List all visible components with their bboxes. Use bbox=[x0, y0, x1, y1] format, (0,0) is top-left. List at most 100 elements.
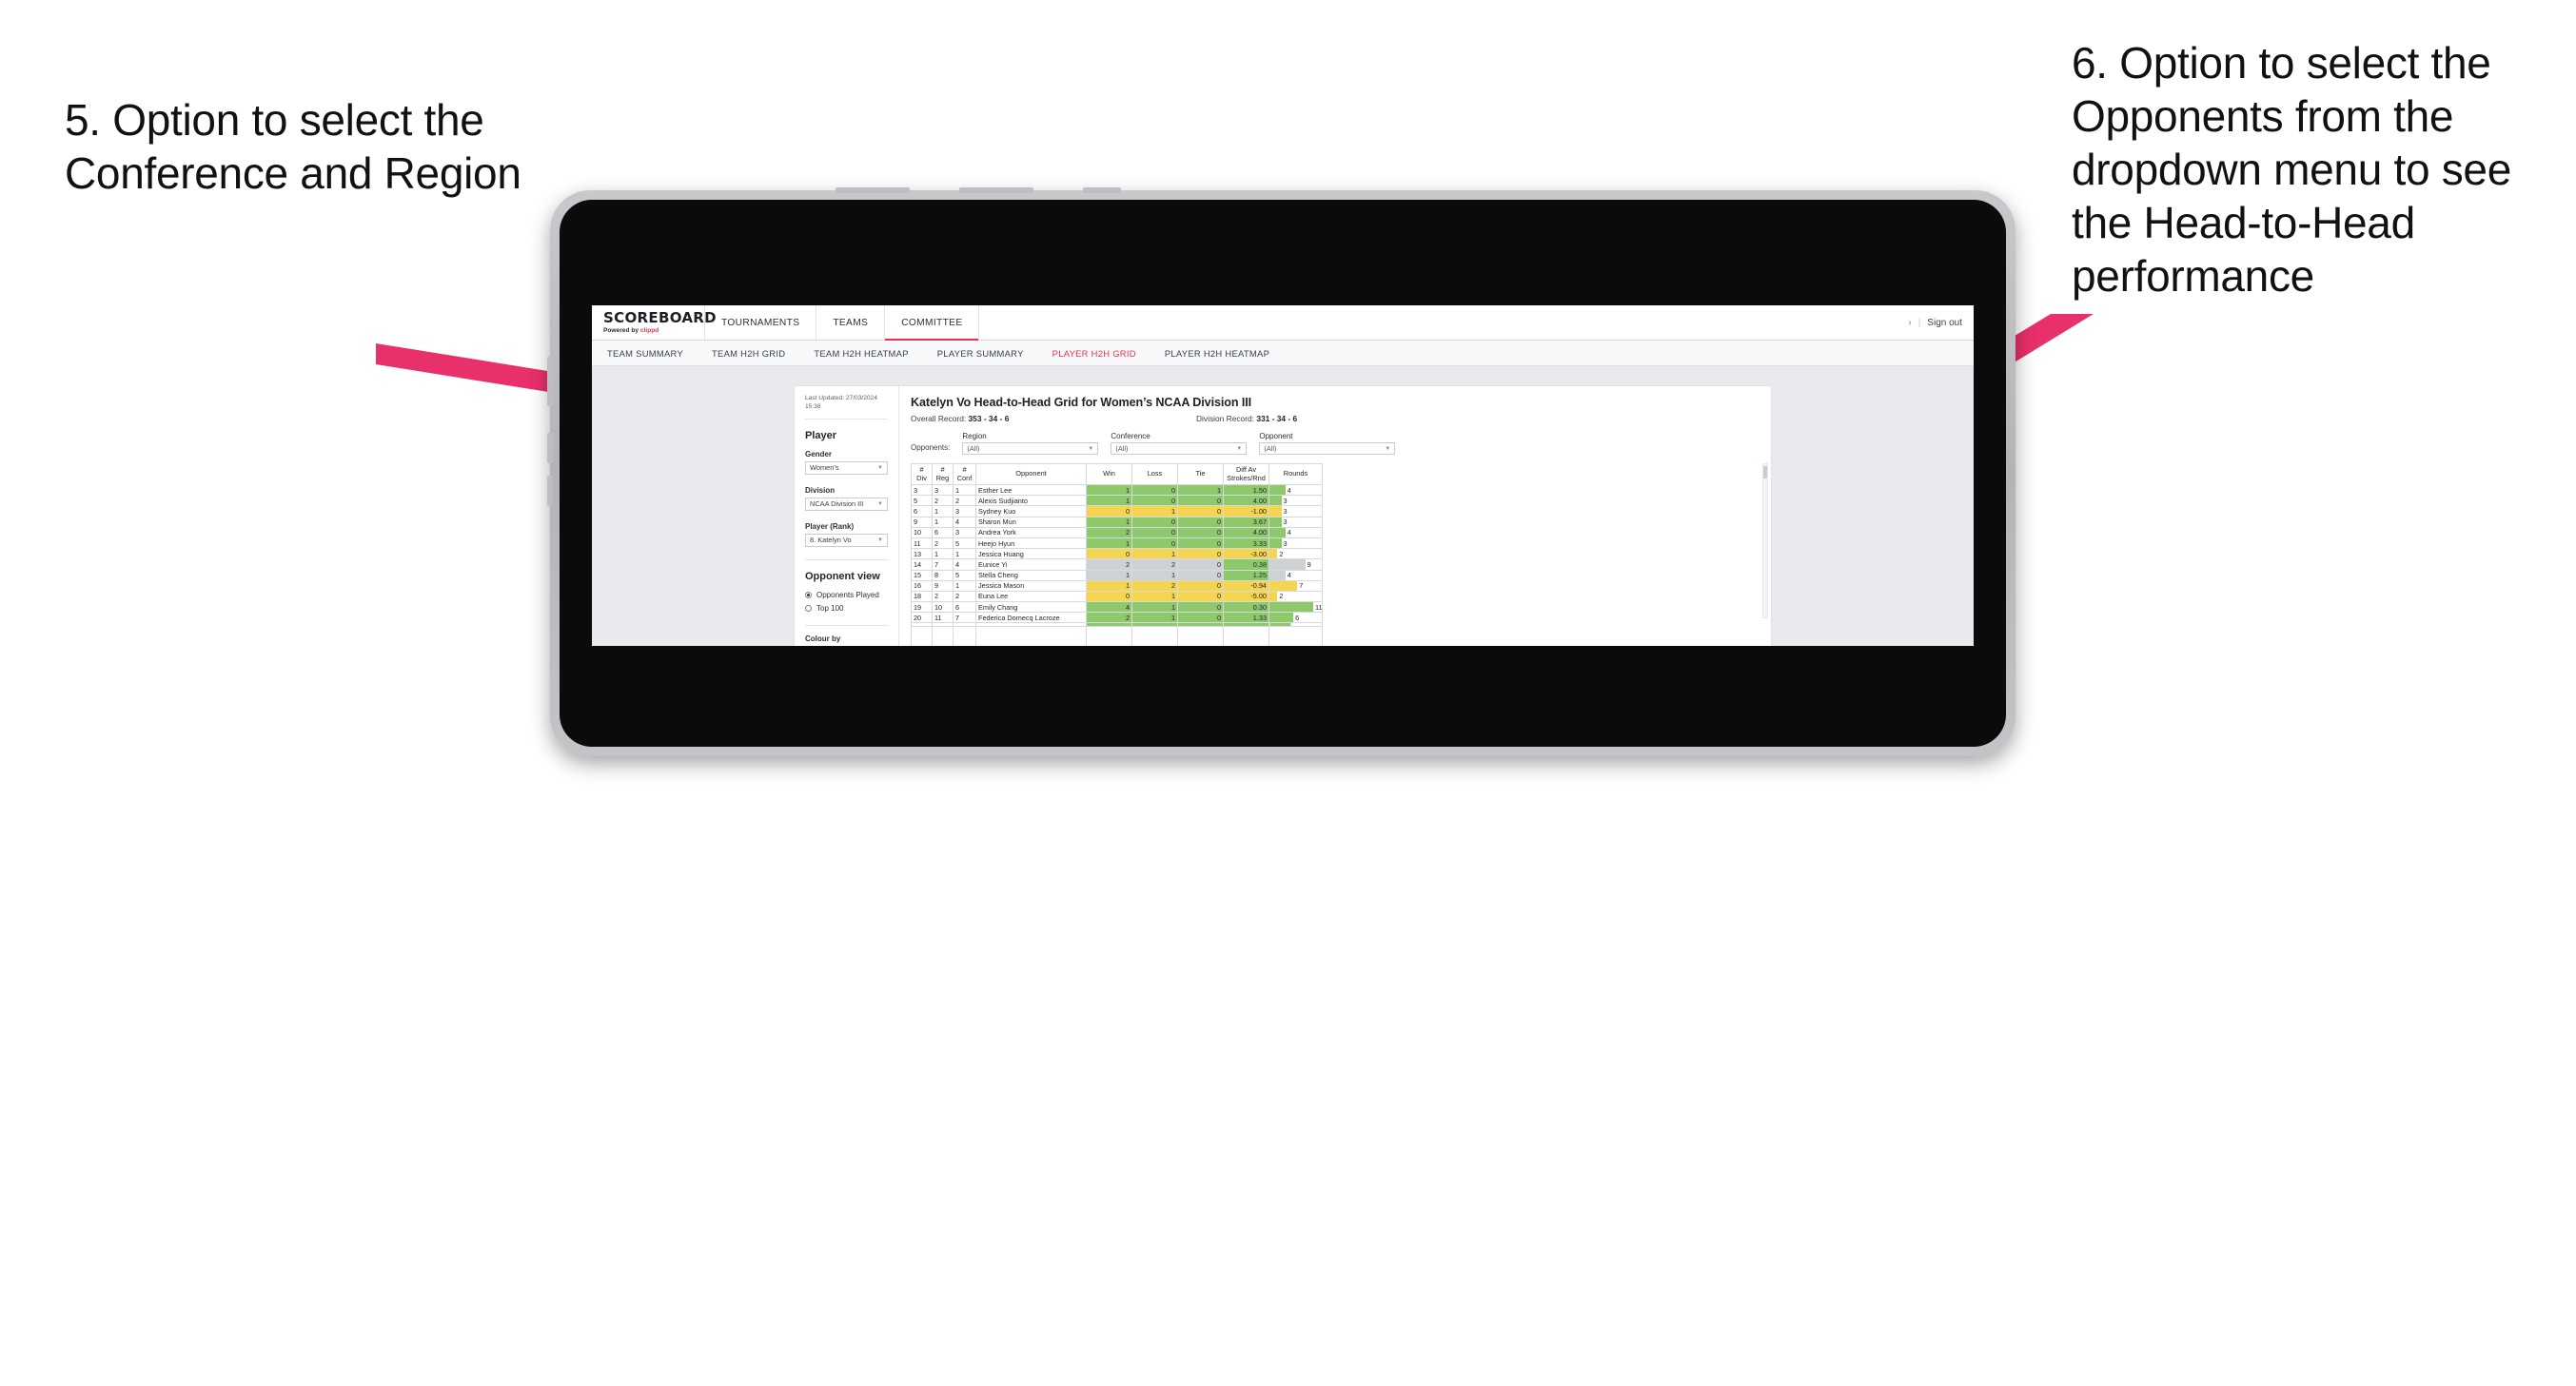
gender-label: Gender bbox=[805, 449, 833, 459]
cell-tie: 0 bbox=[1177, 612, 1224, 624]
table-row[interactable]: 5 2 2 Alexis Sudjianto 1 0 0 4.00 3 bbox=[911, 495, 1323, 507]
table-row[interactable]: 6 1 3 Sydney Kuo 0 1 0 -1.00 3 bbox=[911, 505, 1323, 517]
cell-loss: 1 bbox=[1131, 569, 1178, 581]
nav-spacer bbox=[978, 305, 1908, 340]
cell-empty bbox=[1223, 626, 1269, 646]
sidebar-heading-player: Player bbox=[805, 429, 837, 441]
colour-by-label: Colour by bbox=[805, 634, 841, 643]
subnav-player-h2h-heatmap[interactable]: PLAYER H2H HEATMAP bbox=[1165, 348, 1269, 359]
cell-loss: 2 bbox=[1131, 558, 1178, 571]
chevron-right-icon[interactable]: › bbox=[1908, 318, 1911, 328]
division-record-label: Division Record: bbox=[1196, 414, 1254, 423]
cell-conf: 7 bbox=[953, 612, 976, 624]
cell-reg: 2 bbox=[932, 590, 954, 603]
cell-loss: 0 bbox=[1131, 526, 1178, 538]
cell-div: 18 bbox=[911, 590, 933, 603]
col-div: # Div bbox=[911, 463, 933, 485]
cell-empty bbox=[911, 626, 933, 646]
cell-rounds: 4 bbox=[1268, 483, 1323, 497]
region-select[interactable]: (All) ▼ bbox=[962, 442, 1099, 455]
subnav-player-summary[interactable]: PLAYER SUMMARY bbox=[937, 348, 1024, 359]
rounds-bar bbox=[1269, 602, 1313, 613]
cell-empty bbox=[953, 626, 976, 646]
nav-item-tournaments[interactable]: TOURNAMENTS bbox=[704, 305, 816, 340]
table-row[interactable]: 20 11 7 Federica Domecq Lacroze 2 1 0 1.33 6 bbox=[911, 612, 1323, 624]
dashboard-body: Last Updated: 27/03/2024 15:38 Player Ge… bbox=[795, 386, 1771, 646]
col-loss: Loss bbox=[1131, 463, 1178, 485]
table-row[interactable]: 11 2 5 Heejo Hyun 1 0 0 3.33 3 bbox=[911, 537, 1323, 550]
logo-tagline: Powered by clippd bbox=[603, 327, 704, 334]
cell-rounds: 3 bbox=[1268, 516, 1323, 528]
cell-empty bbox=[975, 626, 1087, 646]
tablet-top-button-2 bbox=[959, 187, 1033, 193]
annotation-left: 5. Option to select the Conference and R… bbox=[65, 95, 521, 199]
conference-select[interactable]: (All) ▼ bbox=[1111, 442, 1248, 455]
h2h-grid-wrapper: # Div # Reg # Conf Opponent Win Loss Tie Di… bbox=[911, 463, 1768, 646]
cell-empty bbox=[1131, 626, 1178, 646]
grid-scrollbar-thumb[interactable] bbox=[1763, 466, 1767, 478]
table-row[interactable]: 14 7 4 Eunice Yi 2 2 0 0.38 9 bbox=[911, 558, 1323, 571]
nav-item-committee[interactable]: COMMITTEE bbox=[884, 305, 979, 341]
player-rank-select[interactable]: 8. Katelyn Vo ▼ bbox=[805, 533, 888, 547]
opponent-value: (All) bbox=[1264, 444, 1277, 453]
filter-conference: Conference (All) ▼ bbox=[1111, 432, 1248, 455]
opponent-label: Opponent bbox=[1259, 432, 1293, 440]
cell-tie: 0 bbox=[1177, 537, 1224, 550]
subnav-team-h2h-heatmap[interactable]: TEAM H2H HEATMAP bbox=[814, 348, 908, 359]
tablet-top-button-1 bbox=[836, 187, 910, 193]
rounds-bar bbox=[1269, 506, 1282, 517]
cell-reg: 1 bbox=[932, 505, 954, 517]
cell-diff: -5.00 bbox=[1223, 590, 1269, 603]
table-row[interactable]: 13 1 1 Jessica Huang 0 1 0 -3.00 2 bbox=[911, 548, 1323, 560]
cell-win: 1 bbox=[1086, 483, 1132, 497]
table-row[interactable]: 19 10 6 Emily Chang 4 1 0 0.30 11 bbox=[911, 601, 1323, 614]
cell-loss: 1 bbox=[1131, 548, 1178, 560]
table-row[interactable]: 3 3 1 Esther Lee 1 0 1 1.50 4 bbox=[911, 483, 1323, 497]
cell-opponent: Stella Cheng bbox=[975, 569, 1087, 581]
table-row[interactable]: 18 2 2 Euna Lee 0 1 0 -5.00 2 bbox=[911, 590, 1323, 603]
cell-div: 15 bbox=[911, 569, 933, 581]
cell-empty bbox=[1268, 626, 1323, 646]
scoreboard-logo[interactable]: SCOREBOARD Powered by clippd bbox=[592, 305, 717, 340]
col-conf: # Conf bbox=[953, 463, 976, 485]
rounds-bar bbox=[1269, 591, 1278, 602]
col-opponent: Opponent bbox=[975, 463, 1087, 485]
cell-loss: 0 bbox=[1131, 537, 1178, 550]
cell-win: 2 bbox=[1086, 526, 1132, 538]
radio-opponents-played[interactable]: Opponents Played bbox=[805, 591, 888, 599]
radio-selected-icon bbox=[805, 591, 812, 598]
cell-tie: 0 bbox=[1177, 601, 1224, 614]
cell-diff: 4.00 bbox=[1223, 526, 1269, 538]
cell-win: 1 bbox=[1086, 569, 1132, 581]
radio-top-100-label: Top 100 bbox=[816, 603, 844, 613]
rounds-bar bbox=[1269, 517, 1282, 527]
rounds-label: 4 bbox=[1287, 528, 1291, 537]
table-row[interactable]: 9 1 4 Sharon Mun 1 0 0 3.67 3 bbox=[911, 516, 1323, 528]
nav-divider: | bbox=[1917, 317, 1921, 328]
subnav-team-h2h-grid[interactable]: TEAM H2H GRID bbox=[712, 348, 785, 359]
rounds-bar bbox=[1269, 537, 1282, 549]
cell-loss: 1 bbox=[1131, 505, 1178, 517]
cell-loss: 0 bbox=[1131, 495, 1178, 507]
tablet-side-button-3 bbox=[547, 476, 553, 506]
sidebar-divider-1 bbox=[805, 558, 888, 560]
radio-top-100[interactable]: Top 100 bbox=[805, 604, 888, 613]
table-row[interactable]: 16 9 1 Jessica Mason 1 2 0 -0.94 7 bbox=[911, 579, 1323, 592]
opponent-select[interactable]: (All) ▼ bbox=[1259, 442, 1396, 455]
rounds-bar bbox=[1269, 559, 1306, 570]
subnav-team-summary[interactable]: TEAM SUMMARY bbox=[607, 348, 683, 359]
cell-reg: 1 bbox=[932, 516, 954, 528]
table-row[interactable]: 15 8 5 Stella Cheng 1 1 0 1.25 4 bbox=[911, 569, 1323, 581]
cell-div: 14 bbox=[911, 558, 933, 571]
nav-item-teams[interactable]: TEAMS bbox=[816, 305, 884, 340]
division-select[interactable]: NCAA Division III ▼ bbox=[805, 497, 888, 511]
cell-opponent: Jessica Huang bbox=[975, 548, 1087, 560]
cell-conf: 2 bbox=[953, 590, 976, 603]
table-row[interactable]: 10 6 3 Andrea York 2 0 0 4.00 4 bbox=[911, 526, 1323, 538]
sign-out-link[interactable]: Sign out bbox=[1927, 318, 1962, 328]
grid-vertical-scrollbar[interactable] bbox=[1762, 463, 1768, 618]
cell-win: 0 bbox=[1086, 590, 1132, 603]
subnav-player-h2h-grid[interactable]: PLAYER H2H GRID bbox=[1052, 348, 1136, 359]
gender-select[interactable]: Women’s ▼ bbox=[805, 460, 888, 475]
h2h-grid-head: # Div # Reg # Conf Opponent Win Loss Tie Di… bbox=[911, 463, 1323, 485]
